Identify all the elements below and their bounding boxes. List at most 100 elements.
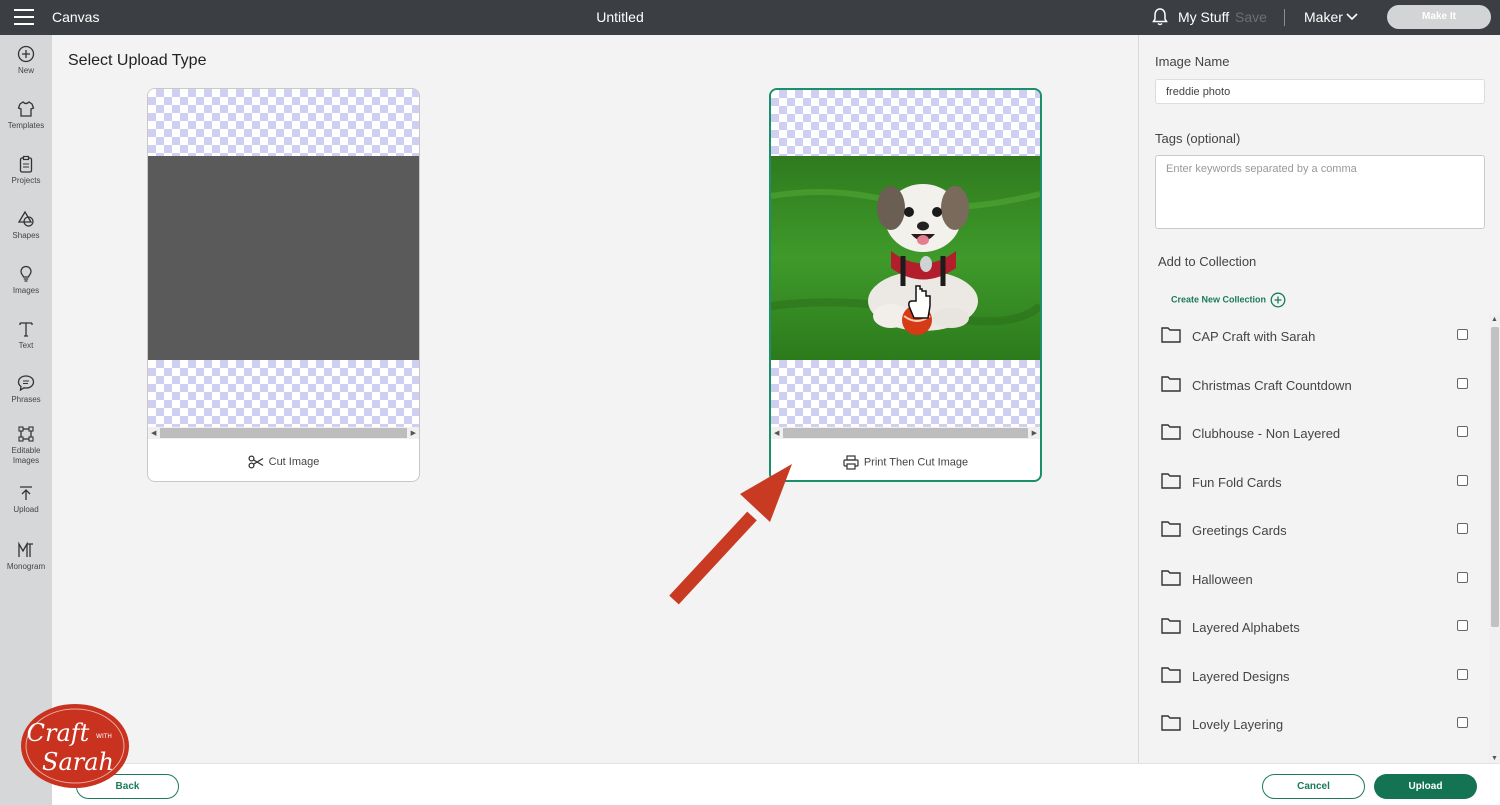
scroll-right-icon[interactable]: ▶ (1032, 429, 1037, 437)
collection-item[interactable]: Clubhouse - Non Layered (1139, 412, 1489, 460)
dog-photo (771, 156, 1040, 360)
collection-item[interactable]: Christmas Craft Countdown (1139, 364, 1489, 412)
rail-label: Text (18, 341, 34, 350)
print-then-cut-label: Print Then Cut Image (863, 456, 969, 469)
folder-icon (1161, 424, 1181, 440)
scroll-left-icon[interactable]: ◀ (151, 429, 156, 437)
rail-phrases[interactable]: Phrases (0, 374, 52, 405)
rail-label: Phrases (11, 395, 41, 404)
document-title[interactable]: Untitled (0, 9, 1240, 25)
collection-item[interactable]: Halloween (1139, 558, 1489, 606)
collection-item[interactable]: Layered Alphabets (1139, 606, 1489, 654)
create-new-collection-button[interactable]: Create New Collection (1171, 292, 1286, 308)
svg-text:Sarah: Sarah (42, 748, 114, 776)
rail-label: Images (12, 286, 40, 295)
rail-text[interactable]: Text (0, 320, 52, 351)
print-then-cut-option[interactable]: ◀ ▶ Print Then Cut Image (769, 88, 1042, 482)
image-name-input[interactable]: freddie photo (1155, 79, 1485, 104)
footer-bar: Back Cancel Upload (52, 763, 1500, 805)
folder-icon (1161, 327, 1181, 343)
svg-text:WITH: WITH (96, 733, 112, 740)
collection-checkbox[interactable] (1457, 329, 1468, 340)
rail-projects[interactable]: Projects (0, 155, 52, 186)
collection-name: Layered Designs (1192, 668, 1290, 684)
chevron-down-icon[interactable] (1346, 12, 1358, 22)
preview-scrollbar[interactable]: ◀ ▶ (148, 427, 419, 439)
rail-monogram[interactable]: Monogram (0, 541, 52, 572)
top-bar: Canvas Untitled My Stuff Save Maker Make… (0, 0, 1500, 35)
create-collection-label: Create New Collection (1171, 294, 1267, 305)
image-details-panel: Image Name freddie photo Tags (optional)… (1138, 35, 1500, 763)
speech-bubble-icon (17, 375, 35, 392)
rail-new[interactable]: New (0, 45, 52, 76)
collection-item[interactable]: CAP Craft with Sarah (1139, 315, 1489, 363)
tags-input[interactable]: Enter keywords separated by a comma (1155, 155, 1485, 229)
collection-checkbox[interactable] (1457, 620, 1468, 631)
annotation-arrow (669, 464, 792, 605)
scroll-right-icon[interactable]: ▶ (411, 429, 416, 437)
scroll-up-icon[interactable]: ▲ (1491, 316, 1498, 323)
collection-name: Halloween (1192, 571, 1253, 587)
folder-icon (1161, 375, 1181, 392)
transparent-background (148, 89, 419, 156)
collection-item[interactable]: Layered Designs (1139, 655, 1489, 703)
scrollbar-thumb[interactable] (160, 428, 407, 438)
monogram-icon (18, 541, 33, 557)
my-stuff-link[interactable]: My Stuff (1178, 9, 1229, 25)
collection-name: Clubhouse - Non Layered (1192, 426, 1341, 441)
collection-item[interactable]: Lovely Layering (1139, 703, 1489, 751)
rail-templates[interactable]: Templates (0, 100, 52, 131)
add-to-collection-label: Add to Collection (1158, 254, 1257, 269)
collection-name: Christmas Craft Countdown (1192, 377, 1352, 393)
upload-icon (20, 486, 32, 500)
image-name-label: Image Name (1155, 54, 1230, 69)
rail-images[interactable]: Images (0, 265, 52, 296)
cut-image-option[interactable]: ◀ ▶ Cut Image (147, 88, 420, 482)
collection-item[interactable]: Fun Fold Cards (1139, 461, 1489, 509)
cancel-button[interactable]: Cancel (1262, 774, 1365, 799)
rail-label: Monogram (6, 562, 46, 571)
cut-image-caption: Cut Image (148, 455, 419, 469)
scroll-left-icon[interactable]: ◀ (774, 429, 779, 437)
upload-button[interactable]: Upload (1374, 774, 1477, 799)
scissors-icon (248, 455, 263, 469)
transparent-background (771, 360, 1040, 427)
tags-label: Tags (optional) (1155, 131, 1241, 146)
scrollbar-thumb[interactable] (783, 428, 1028, 438)
collection-name: Layered Alphabets (1192, 620, 1300, 635)
collection-checkbox[interactable] (1457, 377, 1468, 389)
clipboard-icon (19, 155, 33, 173)
rail-shapes[interactable]: Shapes (0, 210, 52, 241)
lightbulb-icon (20, 265, 32, 282)
rail-label: Editable Images (11, 446, 41, 465)
scrollbar-thumb[interactable] (1491, 327, 1499, 627)
collection-checkbox[interactable] (1457, 717, 1468, 728)
transparent-background (771, 90, 1040, 156)
shapes-icon (17, 210, 34, 227)
collection-name: CAP Craft with Sarah (1192, 329, 1316, 344)
collection-checkbox[interactable] (1457, 474, 1468, 486)
preview-scrollbar[interactable]: ◀ ▶ (771, 427, 1040, 439)
collection-checkbox[interactable] (1457, 571, 1468, 583)
left-tool-rail: New Templates Projects Shapes Images Tex… (0, 35, 52, 805)
collection-scrollbar[interactable]: ▲ ▼ (1489, 315, 1500, 763)
cut-image-label: Cut Image (268, 455, 320, 468)
collection-name: Lovely Layering (1192, 717, 1284, 732)
cut-preview-silhouette (148, 156, 419, 360)
machine-select[interactable]: Maker (1304, 9, 1343, 25)
save-button[interactable]: Save (1235, 9, 1267, 25)
bell-icon[interactable] (1151, 7, 1169, 27)
collection-checkbox[interactable] (1457, 426, 1468, 437)
folder-icon (1161, 666, 1181, 683)
collection-item[interactable]: Greetings Cards (1139, 509, 1489, 557)
rail-upload[interactable]: Upload (0, 484, 52, 515)
make-it-button[interactable]: Make It (1387, 5, 1491, 29)
rail-editable-images[interactable]: Editable Images (0, 425, 52, 466)
transparent-background (148, 360, 419, 427)
print-then-cut-caption: Print Then Cut Image (771, 455, 1040, 470)
scroll-down-icon[interactable]: ▼ (1491, 755, 1498, 762)
rail-label: Shapes (12, 231, 40, 240)
collection-checkbox[interactable] (1457, 668, 1468, 680)
collection-checkbox[interactable] (1457, 523, 1468, 534)
shirt-icon (17, 101, 35, 117)
